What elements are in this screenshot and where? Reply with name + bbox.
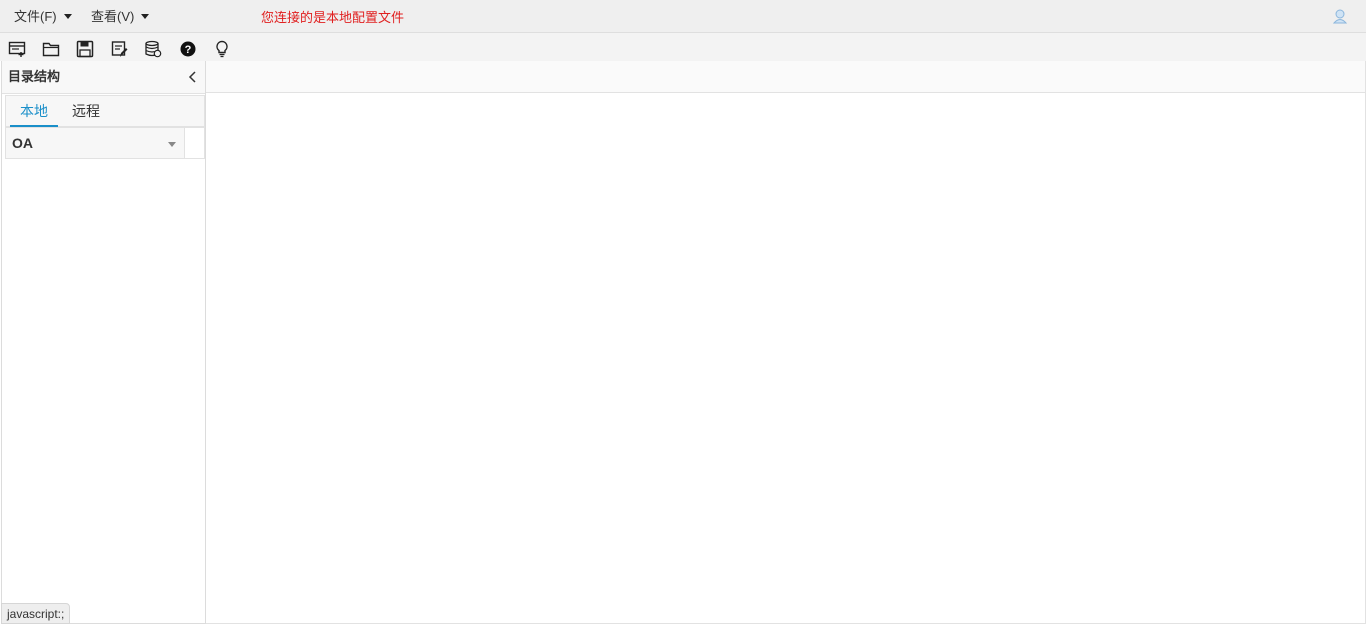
file-menu[interactable]: 文件(F) <box>14 0 72 33</box>
open-folder-icon[interactable] <box>42 40 60 58</box>
sidebar-header: 目录结构 <box>2 61 205 94</box>
caret-down-icon <box>168 142 176 147</box>
tab-remote[interactable]: 远程 <box>62 96 110 127</box>
connection-notice: 您连接的是本地配置文件 <box>261 10 405 25</box>
svg-text:?: ? <box>185 44 192 56</box>
user-icon[interactable] <box>1332 8 1348 24</box>
new-template-icon[interactable] <box>8 40 26 58</box>
sidebar-title: 目录结构 <box>8 69 61 84</box>
directory-sidebar: 目录结构 本地 远程 OA <box>1 61 206 624</box>
caret-down-icon <box>63 14 72 19</box>
view-menu[interactable]: 查看(V) <box>91 0 150 33</box>
lightbulb-icon[interactable] <box>213 40 231 58</box>
main-content-area <box>206 93 1366 624</box>
caret-down-icon <box>141 14 150 19</box>
file-menu-label: 文件(F) <box>14 9 57 24</box>
project-select-value: OA <box>12 135 33 151</box>
menubar: 文件(F) 查看(V) 您连接的是本地配置文件 <box>0 0 1366 33</box>
save-icon[interactable] <box>76 40 94 58</box>
edit-doc-icon[interactable] <box>110 40 128 58</box>
database-icon[interactable] <box>144 40 162 58</box>
project-select[interactable]: OA <box>5 127 185 159</box>
tab-local[interactable]: 本地 <box>10 96 58 127</box>
view-menu-label: 查看(V) <box>91 9 135 24</box>
content-tab-bar <box>206 61 1366 93</box>
select-side-cell <box>185 127 205 159</box>
chevron-left-icon[interactable] <box>186 70 200 84</box>
status-link-preview: javascript:; <box>1 603 71 624</box>
help-icon[interactable]: ? <box>179 40 197 58</box>
source-tabs: 本地 远程 <box>5 95 205 127</box>
toolbar: ? <box>0 33 1366 61</box>
